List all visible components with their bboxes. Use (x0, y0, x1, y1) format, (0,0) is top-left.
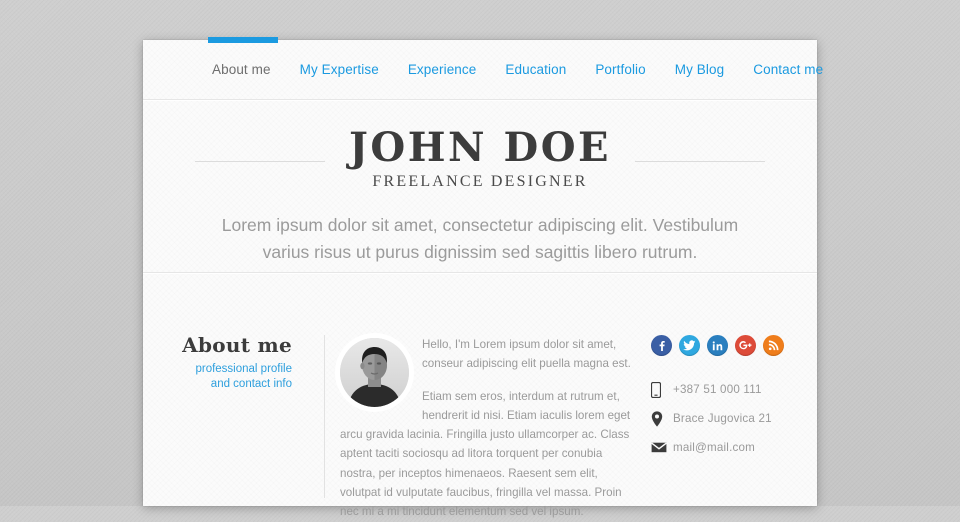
contact-row-phone: +387 51 000 111 (651, 375, 821, 404)
avatar (340, 338, 409, 407)
contact-row-email: mail@mail.com (651, 433, 821, 462)
main-navigation: About me My Expertise Experience Educati… (143, 40, 823, 99)
page-header: JOHN DOE FREELANCE DESIGNER Lorem ipsum … (143, 99, 817, 272)
nav-item-education[interactable]: Education (505, 62, 566, 77)
about-paragraph-2: Etiam sem eros, interdum at rutrum et, h… (340, 389, 631, 519)
title-rule-right (635, 161, 765, 162)
nav-item-my-expertise[interactable]: My Expertise (300, 62, 379, 77)
contact-row-address: Brace Jugovica 21 (651, 404, 821, 433)
linkedin-icon[interactable] (707, 335, 728, 356)
title-wrapper: JOHN DOE FREELANCE DESIGNER (143, 99, 817, 190)
twitter-icon[interactable] (679, 335, 700, 356)
googleplus-icon[interactable] (735, 335, 756, 356)
page-subtitle: FREELANCE DESIGNER (372, 173, 588, 190)
about-heading-column: About me professional profile and contac… (143, 335, 308, 392)
nav-item-portfolio[interactable]: Portfolio (595, 62, 645, 77)
social-links (651, 335, 821, 356)
about-subtitle: professional profile and contact info (143, 362, 292, 392)
facebook-icon[interactable] (651, 335, 672, 356)
resume-card: About me My Expertise Experience Educati… (143, 37, 823, 518)
about-section: About me professional profile and contac… (143, 273, 817, 518)
nav-item-experience[interactable]: Experience (408, 62, 477, 77)
nav-item-contact-me[interactable]: Contact me (753, 62, 823, 77)
location-pin-icon (651, 410, 673, 427)
about-subtitle-line2: and contact info (210, 378, 292, 390)
title-rule-left (195, 161, 325, 162)
active-tab-indicator (208, 37, 278, 43)
portrait-photo-icon (340, 338, 409, 407)
phone-value: +387 51 000 111 (673, 383, 762, 396)
about-body-column: Hello, I'm Lorem ipsum dolor sit amet, c… (340, 335, 632, 522)
about-heading: About me (182, 333, 292, 357)
email-value: mail@mail.com (673, 441, 756, 454)
address-value: Brace Jugovica 21 (673, 412, 772, 425)
about-subtitle-line1: professional profile (195, 363, 292, 375)
contact-column: +387 51 000 111 Brace Jugovica 21 mail@m… (651, 335, 821, 462)
nav-item-my-blog[interactable]: My Blog (675, 62, 724, 77)
content-vertical-divider (324, 335, 325, 498)
page-title: JOHN DOE (348, 124, 612, 171)
header-tagline: Lorem ipsum dolor sit amet, consectetur … (221, 215, 739, 262)
rss-icon[interactable] (763, 335, 784, 356)
mail-icon (651, 442, 673, 453)
nav-item-about-me[interactable]: About me (212, 62, 271, 77)
phone-icon (651, 381, 673, 398)
